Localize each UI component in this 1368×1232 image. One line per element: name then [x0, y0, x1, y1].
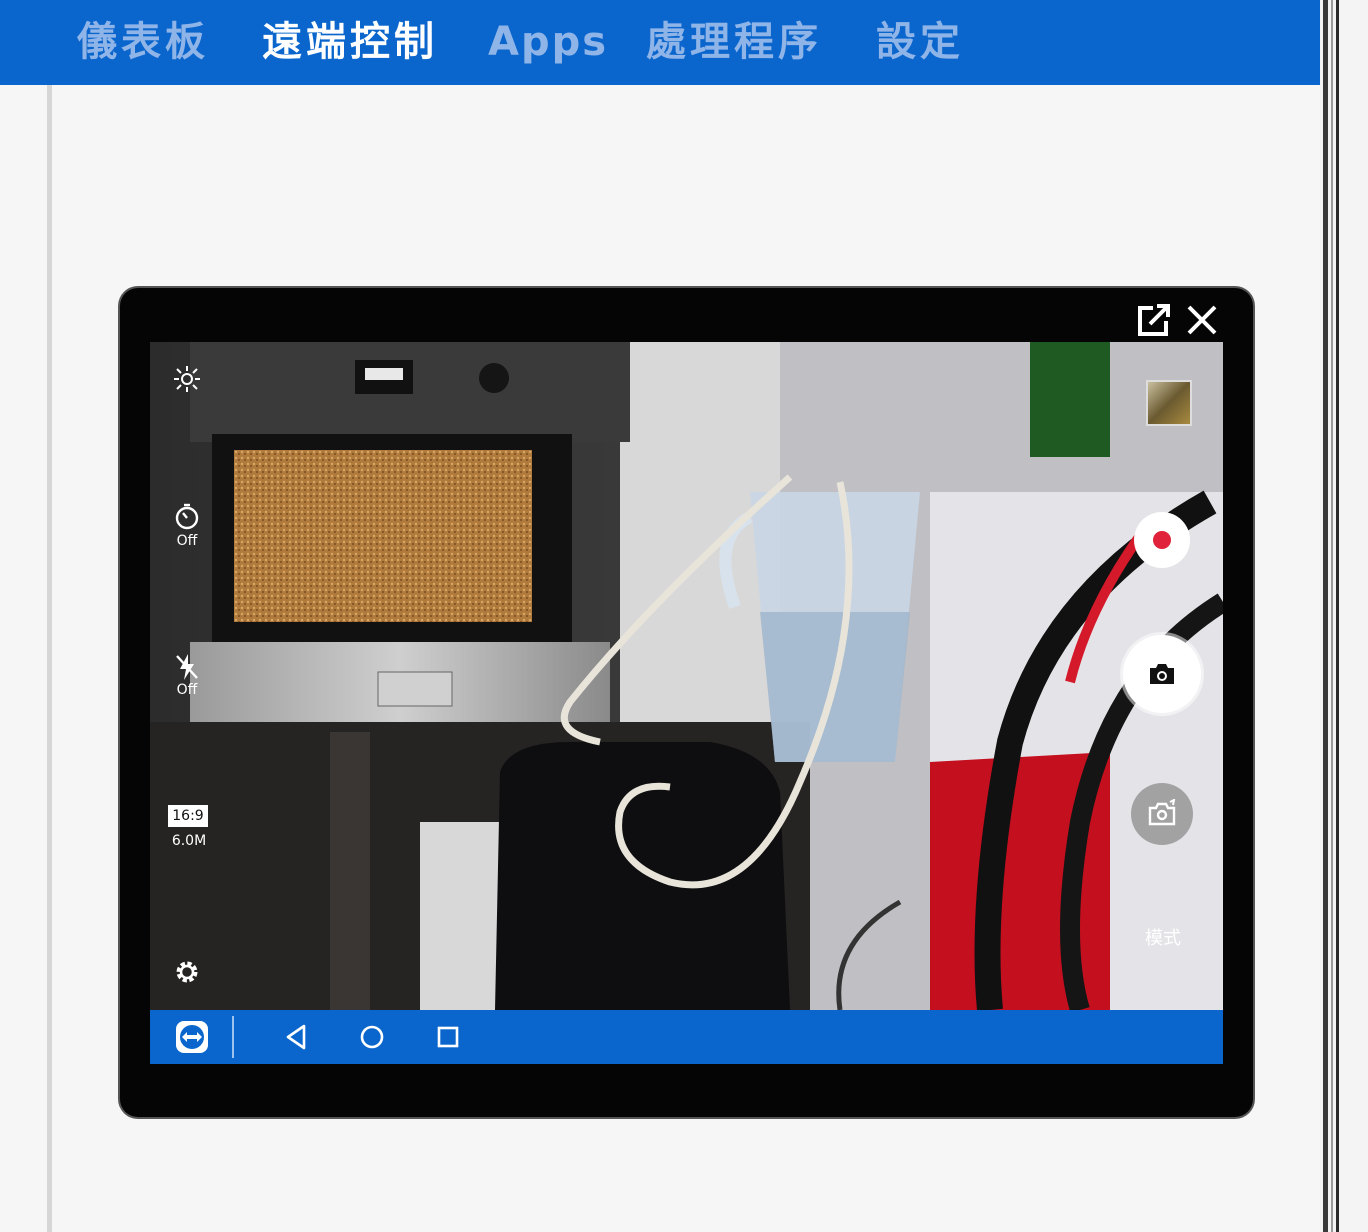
camera-preview — [150, 342, 1223, 1010]
camera-shutter-icon — [1150, 664, 1174, 684]
switch-camera-button[interactable] — [1131, 783, 1193, 845]
record-button[interactable] — [1134, 512, 1190, 568]
record-icon — [1153, 531, 1171, 549]
tab-processes[interactable]: 處理程序 — [646, 14, 822, 70]
flash-off-icon[interactable] — [174, 652, 200, 682]
android-nav-bar — [150, 1010, 1223, 1064]
resolution-label: 6.0M — [171, 833, 207, 849]
gallery-thumbnail[interactable] — [1146, 380, 1192, 426]
mode-button[interactable]: 模式 — [1138, 924, 1188, 950]
top-nav-bar: 儀表板 遠端控制 Apps 處理程序 設定 — [0, 0, 1320, 85]
brightness-icon[interactable] — [172, 364, 202, 394]
settings-gear-icon[interactable] — [172, 957, 202, 987]
aspect-ratio-badge[interactable]: 16:9 — [168, 805, 208, 827]
remote-screen[interactable]: Off Off 16:9 6.0M 模式 — [150, 342, 1223, 1064]
close-icon[interactable] — [1184, 302, 1220, 338]
tab-remote-control[interactable]: 遠端控制 — [262, 14, 438, 70]
external-window-icon[interactable] — [1136, 302, 1172, 338]
shutter-button[interactable] — [1123, 635, 1201, 713]
switch-camera-icon — [1148, 799, 1176, 826]
recents-icon[interactable] — [428, 1018, 468, 1056]
content-left-border — [47, 85, 52, 1232]
nav-divider — [232, 1016, 234, 1058]
window-right-edge — [1320, 0, 1368, 1232]
timer-state-label: Off — [176, 533, 198, 549]
back-icon[interactable] — [276, 1018, 316, 1056]
flash-state-label: Off — [176, 682, 198, 698]
tab-apps[interactable]: Apps — [488, 14, 608, 70]
tab-settings[interactable]: 設定 — [876, 14, 964, 70]
timer-icon[interactable] — [172, 502, 202, 532]
teamviewer-icon[interactable] — [172, 1018, 212, 1056]
remote-device-frame: Off Off 16:9 6.0M 模式 — [120, 288, 1253, 1117]
tab-dashboard[interactable]: 儀表板 — [77, 14, 209, 70]
home-icon[interactable] — [352, 1018, 392, 1056]
